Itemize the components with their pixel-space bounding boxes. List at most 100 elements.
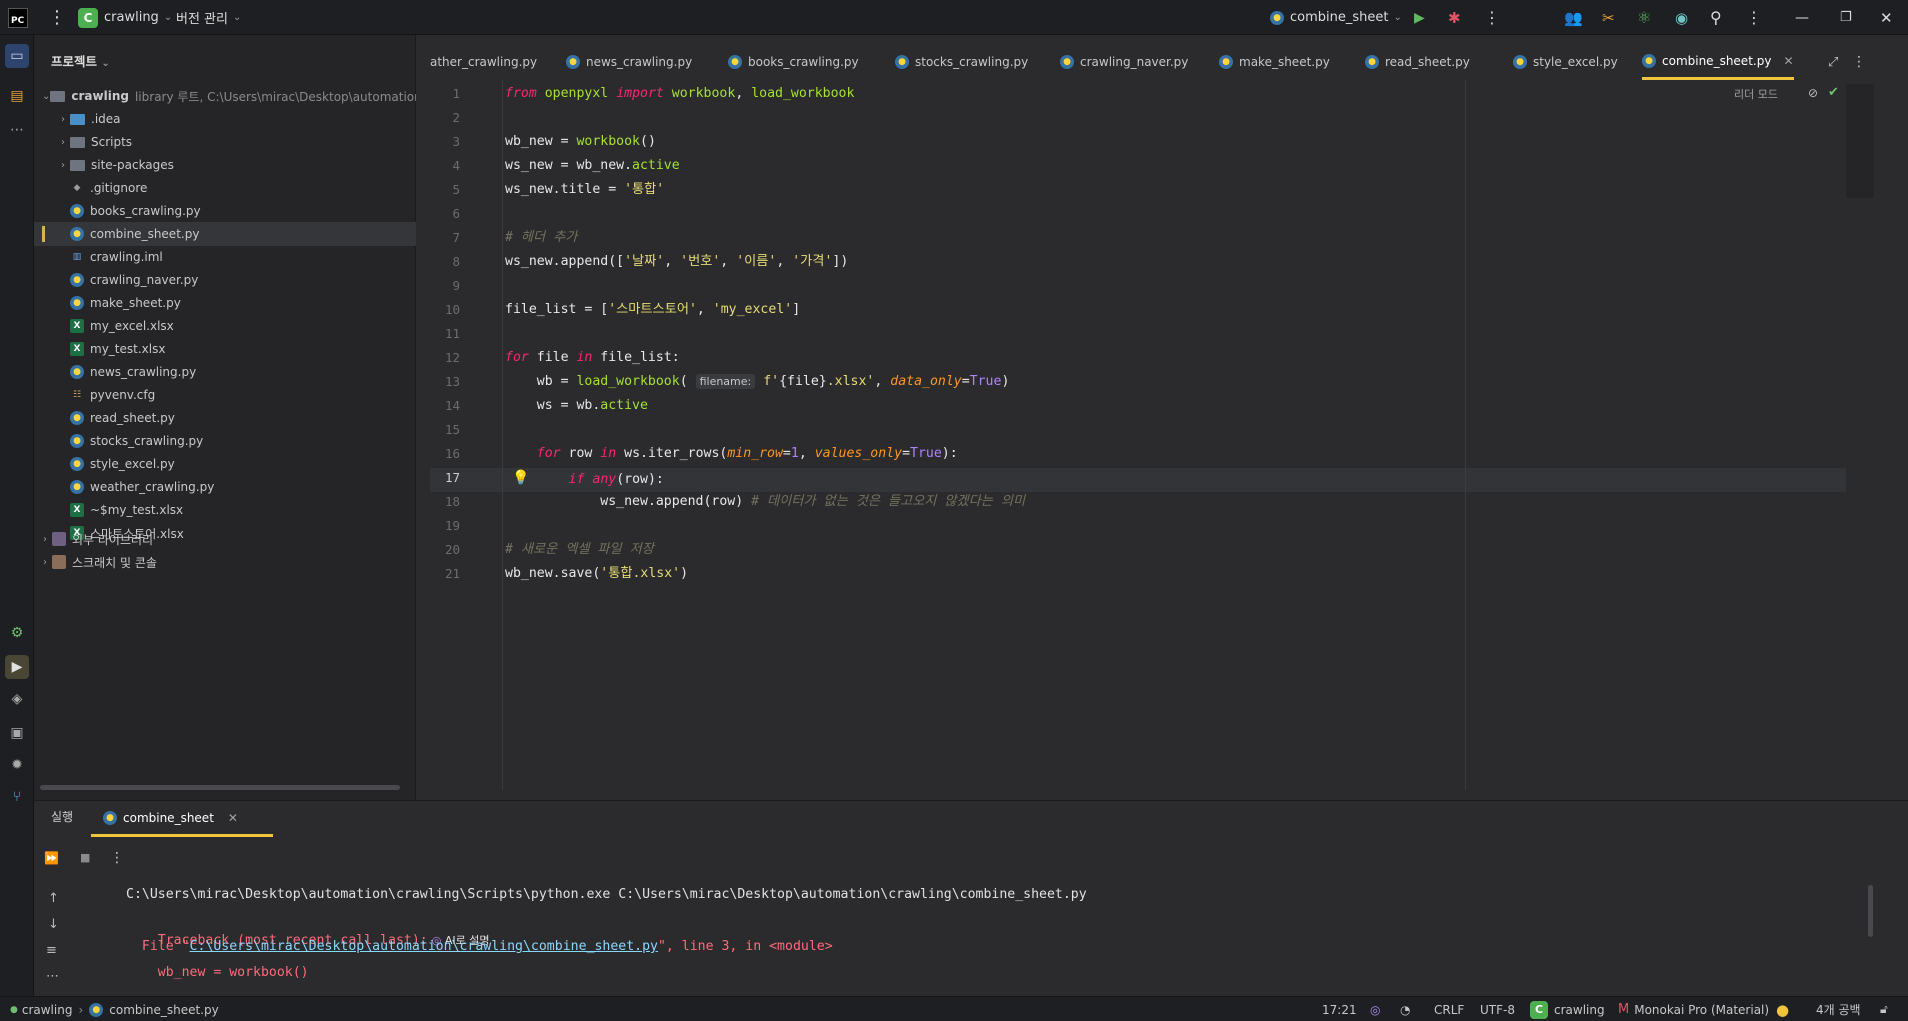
code-line[interactable]: wb_new.save('통합.xlsx') (505, 564, 688, 584)
close-tab-icon[interactable]: ✕ (228, 811, 238, 825)
tree-item[interactable]: ● combine_sheet.py (34, 222, 416, 246)
people-icon[interactable]: 👥 (1564, 0, 1583, 35)
tree-item[interactable]: X ~$my_test.xlsx (34, 498, 416, 522)
tree-item[interactable]: › site-packages (34, 153, 416, 177)
ai-icon[interactable]: ◉ (1675, 0, 1688, 35)
tree-item[interactable]: Xmy_test.xlsx (34, 337, 416, 361)
breadcrumb-file[interactable]: combine_sheet.py (109, 1003, 218, 1017)
settings-icon[interactable]: ⋮ (1746, 0, 1762, 35)
search-icon[interactable]: ⚲ (1710, 0, 1722, 35)
editor-tab[interactable]: ● stocks_crawling.py (895, 44, 1028, 80)
editor-tab[interactable]: ● books_crawling.py (728, 44, 859, 80)
structure-icon[interactable]: ▤ (5, 84, 29, 108)
indent-setting[interactable]: 4개 공백 (1816, 997, 1861, 1021)
editor-tab[interactable]: ● style_excel.py (1513, 44, 1618, 80)
more-icon[interactable]: ⋮ (1484, 0, 1500, 35)
code-line[interactable]: ws = wb.active (505, 396, 648, 416)
notification-icon[interactable]: ● (1776, 997, 1789, 1021)
breadcrumb-project[interactable]: crawling (22, 1003, 73, 1017)
atom-icon[interactable]: ⚛ (1637, 0, 1651, 35)
interpreter-selector[interactable]: C crawling (1530, 997, 1605, 1021)
run-icon[interactable]: ▶ (1414, 0, 1425, 35)
file-encoding[interactable]: UTF-8 (1480, 997, 1515, 1021)
tab-menu-icon[interactable]: ⋮ (1852, 44, 1866, 80)
run-tool-icon[interactable]: ▶ (5, 655, 29, 679)
tree-item[interactable]: ● books_crawling.py (34, 199, 416, 223)
tree-scratches[interactable]: › 스크래치 및 콘솔 (34, 550, 416, 574)
run-config-tab[interactable]: ● combine_sheet ✕ (91, 801, 273, 837)
code-line[interactable]: wb_new = workbook() (505, 132, 656, 152)
theme-selector[interactable]: M Monokai Pro (Material) (1618, 997, 1769, 1021)
memory-indicator-icon[interactable]: ◔ (1400, 997, 1410, 1021)
tree-root[interactable]: ⌄ crawling library 루트, C:\Users\mirac\De… (34, 84, 416, 108)
code-line[interactable]: for row in ws.iter_rows(min_row=1, value… (505, 444, 958, 464)
tree-item[interactable]: ● read_sheet.py (34, 406, 416, 430)
editor-tab[interactable]: ● crawling_naver.py (1060, 44, 1188, 80)
terminal-icon[interactable]: ▣ (5, 721, 29, 745)
close-tab-icon[interactable]: ✕ (1783, 54, 1793, 68)
tree-item[interactable]: ● stocks_crawling.py (34, 429, 416, 453)
project-view-icon[interactable]: ▭ (5, 44, 29, 68)
code-line[interactable]: ws_new.title = '통합' (505, 180, 664, 200)
stop-icon[interactable]: ■ (80, 851, 90, 864)
more-actions-icon[interactable]: ⋯ (46, 969, 59, 984)
tree-item[interactable]: ● news_crawling.py (34, 360, 416, 384)
code-line[interactable]: for file in file_list: (505, 348, 680, 368)
lightbulb-icon[interactable]: 💡 (512, 470, 529, 486)
code-line[interactable]: # 헤더 추가 (505, 228, 577, 248)
vcs-menu[interactable]: 버전 관리 ⌄ (176, 0, 241, 35)
minimize-icon[interactable]: — (1795, 0, 1809, 35)
run-tab-title[interactable]: 실행 (51, 808, 73, 825)
eye-off-icon[interactable]: ⊘ (1808, 86, 1818, 100)
main-menu-icon[interactable]: ⋮ (48, 0, 66, 35)
close-icon[interactable]: ✕ (1880, 0, 1893, 35)
tree-item[interactable]: ▥ crawling.iml (34, 245, 416, 269)
tree-item[interactable]: › Scripts (34, 130, 416, 154)
debug-icon[interactable]: ✱ (1448, 0, 1461, 35)
tools-icon[interactable]: ✂ (1602, 0, 1615, 35)
more-icon[interactable]: ⋮ (110, 850, 124, 866)
minimap[interactable] (1846, 84, 1874, 198)
editor-tab[interactable]: ● make_sheet.py (1219, 44, 1330, 80)
soft-wrap-icon[interactable]: ≡ (46, 943, 57, 958)
scroll-down-icon[interactable]: ↓ (48, 917, 59, 932)
tree-item[interactable]: ● style_excel.py (34, 452, 416, 476)
editor-tab[interactable]: ● combine_sheet.py ✕ (1642, 44, 1794, 80)
ai-assistant-icon[interactable]: ◎ (1370, 997, 1380, 1021)
tree-item[interactable]: › .idea (34, 107, 416, 131)
horizontal-scrollbar[interactable] (40, 785, 400, 790)
app-icon[interactable]: PC (8, 0, 28, 35)
code-line[interactable]: # 새로운 엑셀 파일 저장 (505, 540, 654, 560)
editor-tab[interactable]: ● read_sheet.py (1365, 44, 1470, 80)
expand-icon[interactable]: ⤢ (1828, 44, 1838, 80)
restore-icon[interactable]: ❐ (1840, 0, 1852, 35)
git-icon[interactable]: ⑂ (5, 785, 29, 809)
more-tools-icon[interactable]: ⋯ (5, 118, 29, 142)
problems-icon[interactable]: ✹ (5, 753, 29, 777)
project-panel-title[interactable]: 프로젝트 ⌄ (51, 51, 110, 70)
editor-tab[interactable]: ather_crawling.py (430, 44, 537, 80)
editor-tab[interactable]: ● news_crawling.py (566, 44, 692, 80)
lock-icon[interactable]: 🔓︎ (1880, 997, 1888, 1021)
file-path-link[interactable]: C:\Users\mirac\Desktop\automation\crawli… (190, 939, 658, 954)
code-line[interactable]: ws_new.append(row) # 데이터가 없는 것은 들고오지 않겠다… (505, 492, 1025, 512)
tree-item[interactable]: Xmy_excel.xlsx (34, 314, 416, 338)
rerun-icon[interactable]: ⏩ (44, 851, 59, 865)
gear-icon[interactable]: ⚙ (5, 621, 29, 645)
project-switcher[interactable]: C crawling ⌄ (78, 0, 172, 35)
layers-icon[interactable]: ◈ (5, 687, 29, 711)
vertical-scrollbar[interactable] (1868, 885, 1873, 937)
cursor-position[interactable]: 17:21 (1322, 997, 1357, 1021)
tree-external-libraries[interactable]: › 외부 라이브러리 (34, 527, 416, 551)
code-line[interactable]: from openpyxl import workbook, load_work… (505, 84, 854, 104)
reader-mode-toggle[interactable]: 리더 모드 (1734, 86, 1778, 102)
tree-item[interactable]: ● crawling_naver.py (34, 268, 416, 292)
tree-item[interactable]: ● make_sheet.py (34, 291, 416, 315)
code-line[interactable]: file_list = ['스마트스토어', 'my_excel'] (505, 300, 800, 320)
code-line[interactable]: ws_new = wb_new.active (505, 156, 680, 176)
code-line[interactable]: ws_new.append(['날짜', '번호', '이름', '가격']) (505, 252, 848, 272)
line-separator[interactable]: CRLF (1434, 997, 1464, 1021)
run-config-selector[interactable]: ● combine_sheet ⌄ (1270, 0, 1402, 35)
scroll-up-icon[interactable]: ↑ (48, 891, 59, 906)
tree-item[interactable]: ◆ .gitignore (34, 176, 416, 200)
